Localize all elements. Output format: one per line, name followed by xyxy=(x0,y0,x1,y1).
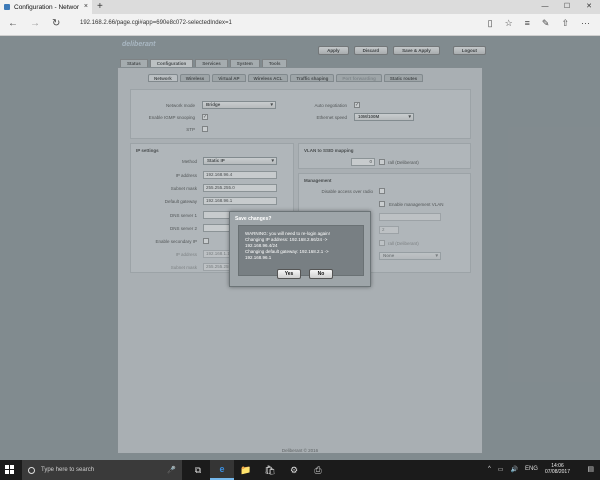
network-icon[interactable]: ▭ xyxy=(498,466,504,473)
close-window-icon[interactable]: ✕ xyxy=(578,0,600,14)
share-icon[interactable]: ⇧ xyxy=(561,18,569,29)
browser-tab-bar: Configuration - Networ × + — ☐ ✕ xyxy=(0,0,600,14)
window-controls: — ☐ ✕ xyxy=(534,0,600,14)
tab-title: Configuration - Networ xyxy=(14,3,80,11)
dialog-title: Save changes? xyxy=(235,216,272,222)
file-explorer-icon[interactable]: 📁 xyxy=(234,460,258,480)
reading-view-icon[interactable]: ▯ xyxy=(488,18,493,29)
browser-tab[interactable]: Configuration - Networ × xyxy=(0,0,92,14)
volume-icon[interactable]: 🔊 xyxy=(510,466,517,473)
settings-icon[interactable]: ⚙ xyxy=(282,460,306,480)
snipping-tool-icon[interactable]: ⎙ xyxy=(306,460,330,480)
microphone-icon[interactable]: 🎤 xyxy=(167,466,176,474)
url-field[interactable]: 192.168.2.66/page.cgi#app=690e8c072-sele… xyxy=(80,20,232,26)
favorite-star-icon[interactable]: ☆ xyxy=(505,18,513,29)
dialog-message: WARNING: you will need to re-login again… xyxy=(245,231,330,260)
language-indicator[interactable]: ENG xyxy=(525,466,538,472)
taskbar-apps: ⧉ e 📁 🛍 ⚙ ⎙ xyxy=(186,460,330,480)
clock-date: 07/08/2017 xyxy=(544,469,570,475)
notes-icon[interactable]: ✎ xyxy=(542,18,550,29)
dialog-buttons: Yes No xyxy=(277,269,333,279)
action-center-icon[interactable]: ▤ xyxy=(587,465,594,473)
no-button[interactable]: No xyxy=(309,269,333,279)
edge-browser-icon[interactable]: e xyxy=(210,460,234,480)
minimize-icon[interactable]: — xyxy=(534,0,556,14)
task-view-icon[interactable]: ⧉ xyxy=(186,460,210,480)
windows-taskbar: Type here to search 🎤 ⧉ e 📁 🛍 ⚙ ⎙ ^ ▭ 🔊 … xyxy=(0,460,600,480)
new-tab-icon[interactable]: + xyxy=(97,1,103,12)
windows-start-icon[interactable] xyxy=(5,465,15,475)
tab-close-icon[interactable]: × xyxy=(84,3,88,10)
taskbar-search[interactable]: Type here to search 🎤 xyxy=(22,460,182,480)
hub-icon[interactable]: ≡ xyxy=(525,18,530,29)
dialog-body: WARNING: you will need to re-login again… xyxy=(238,225,364,279)
cortana-icon xyxy=(28,466,35,474)
maximize-icon[interactable]: ☐ xyxy=(556,0,578,14)
favicon-icon xyxy=(4,4,10,10)
back-icon[interactable]: ← xyxy=(8,18,18,29)
more-icon[interactable]: ··· xyxy=(581,18,590,29)
store-icon[interactable]: 🛍 xyxy=(258,460,282,480)
system-tray: ^ ▭ 🔊 ENG 14:06 07/08/2017 xyxy=(488,463,570,475)
address-bar: ← → ↻ 192.168.2.66/page.cgi#app=690e8c07… xyxy=(0,14,600,36)
yes-button[interactable]: Yes xyxy=(277,269,301,279)
refresh-icon[interactable]: ↻ xyxy=(52,18,60,29)
save-changes-dialog: Save changes? WARNING: you will need to … xyxy=(229,211,371,287)
taskbar-clock[interactable]: 14:06 07/08/2017 xyxy=(545,463,570,475)
tray-overflow-icon[interactable]: ^ xyxy=(488,466,491,472)
search-placeholder: Type here to search xyxy=(41,467,95,473)
browser-tools: ▯ ☆ ≡ ✎ ⇧ ··· xyxy=(488,18,590,29)
forward-icon[interactable]: → xyxy=(30,18,40,29)
